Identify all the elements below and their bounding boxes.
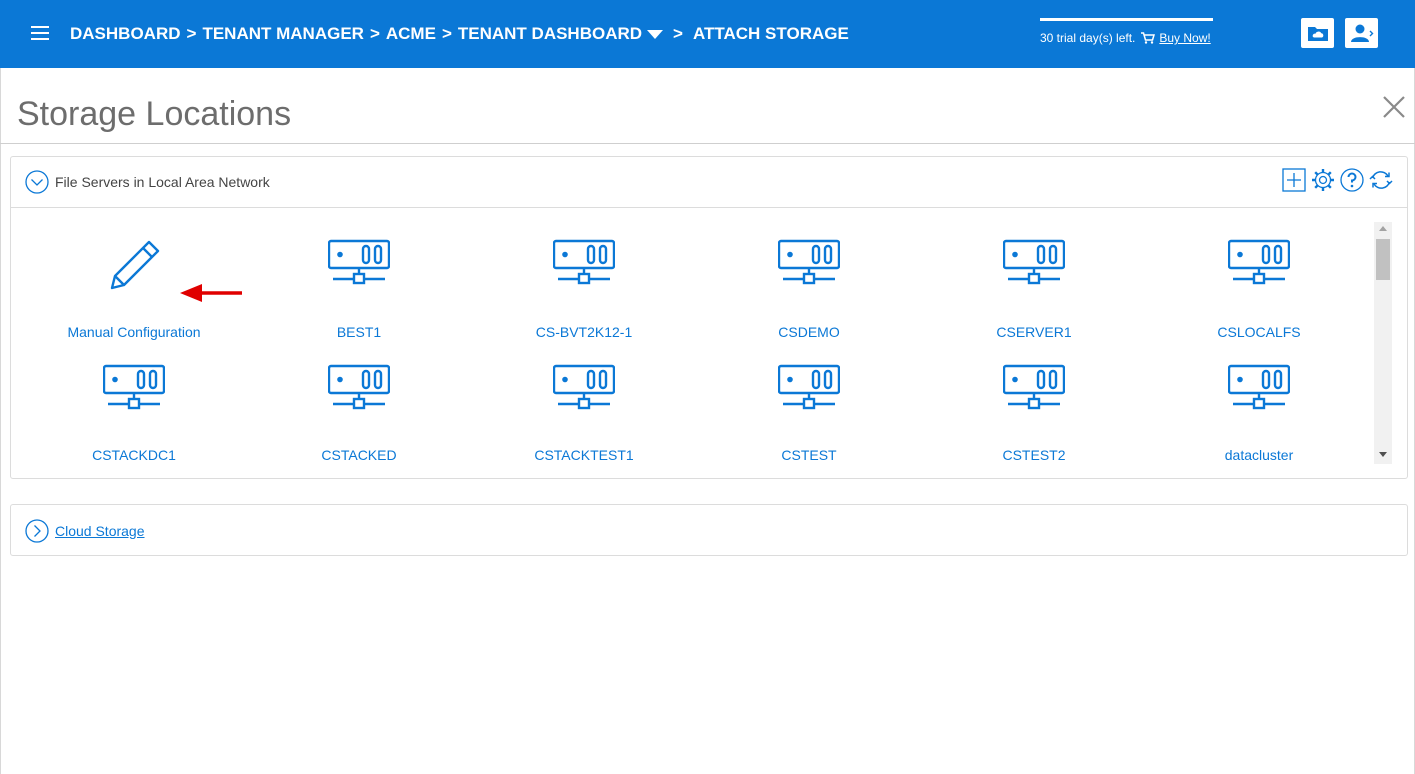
server-icon — [328, 239, 390, 285]
breadcrumb-tenant-manager[interactable]: TENANT MANAGER — [202, 24, 364, 44]
tile-server-cs-bvt2k12-1[interactable]: CS-BVT2K12-1 — [494, 239, 674, 354]
trial-progress-bar — [1040, 18, 1213, 21]
breadcrumb-separator: > — [186, 24, 197, 43]
lan-file-servers-panel: File Servers in Local Area Network Manua… — [10, 156, 1408, 479]
top-bar: DASHBOARD > TENANT MANAGER > ACME > TENA… — [0, 0, 1415, 68]
server-icon — [553, 364, 615, 410]
tile-server-cstacktest1[interactable]: CSTACKTEST1 — [494, 364, 674, 479]
lan-panel-title: File Servers in Local Area Network — [55, 174, 270, 190]
trial-days-text: 30 trial day(s) left. — [1040, 31, 1136, 45]
breadcrumb-separator: > — [673, 24, 683, 43]
server-icon — [328, 364, 390, 410]
chevron-down-icon[interactable] — [647, 29, 664, 39]
panel-toolbar — [1282, 168, 1393, 192]
lan-panel-header: File Servers in Local Area Network — [11, 157, 1407, 208]
server-icon — [1228, 239, 1290, 285]
tile-label: CSTEST2 — [1002, 447, 1066, 463]
tile-label: CSTACKED — [321, 447, 397, 463]
scroll-down-arrow[interactable] — [1379, 452, 1387, 457]
tile-label: Manual Configuration — [67, 324, 201, 340]
breadcrumb-current: ATTACH STORAGE — [692, 24, 849, 43]
tile-label: CSTEST — [781, 447, 837, 463]
breadcrumb-dashboard[interactable]: DASHBOARD — [70, 24, 181, 44]
breadcrumb: DASHBOARD > TENANT MANAGER > ACME > TENA… — [70, 23, 849, 45]
scroll-up-arrow[interactable] — [1379, 226, 1387, 231]
scroll-thumb[interactable] — [1376, 239, 1390, 280]
breadcrumb-tenant-dashboard[interactable]: TENANT DASHBOARD — [458, 24, 642, 44]
red-arrow-annotation — [180, 284, 242, 302]
buy-now-link[interactable]: Buy Now! — [1159, 31, 1210, 45]
tile-server-cstest2[interactable]: CSTEST2 — [944, 364, 1124, 479]
cart-icon — [1141, 32, 1156, 44]
tile-server-best1[interactable]: BEST1 — [269, 239, 449, 354]
tile-label: CSTACKTEST1 — [534, 447, 634, 463]
tile-server-cstackdc1[interactable]: CSTACKDC1 — [44, 364, 224, 479]
server-icon — [778, 239, 840, 285]
tile-label: datacluster — [1224, 447, 1294, 463]
server-icon — [1228, 364, 1290, 410]
tile-label: BEST1 — [336, 324, 382, 340]
tile-server-csdemo[interactable]: CSDEMO — [719, 239, 899, 354]
server-icon — [103, 364, 165, 410]
breadcrumb-separator: > — [369, 24, 380, 43]
tile-label: CSERVER1 — [996, 324, 1072, 340]
tile-server-cserver1[interactable]: CSERVER1 — [944, 239, 1124, 354]
user-menu-button[interactable] — [1345, 18, 1378, 48]
cloud-folder-button[interactable] — [1301, 18, 1334, 48]
help-icon[interactable] — [1340, 168, 1364, 192]
close-icon[interactable] — [1382, 95, 1406, 119]
tile-server-cslocalfs[interactable]: CSLOCALFS — [1169, 239, 1349, 354]
pencil-icon — [110, 240, 160, 290]
page-border-left — [0, 68, 1, 774]
grid-scrollbar[interactable] — [1374, 222, 1392, 464]
server-icon — [1003, 239, 1065, 285]
server-icon — [553, 239, 615, 285]
collapse-chevron-icon[interactable] — [25, 170, 49, 194]
tile-label: CSTACKDC1 — [92, 447, 176, 463]
page-title: Storage Locations — [17, 95, 292, 133]
user-icon — [1350, 24, 1373, 42]
refresh-icon[interactable] — [1369, 168, 1393, 192]
tile-label: CS-BVT2K12-1 — [535, 324, 633, 340]
cloud-storage-panel: Cloud Storage — [10, 504, 1408, 556]
menu-icon[interactable] — [31, 26, 49, 41]
tile-server-datacluster[interactable]: datacluster — [1169, 364, 1349, 479]
file-server-grid: Manual Configuration BEST1 CS-BVT2K12-1 … — [11, 209, 1373, 479]
server-icon — [778, 364, 840, 410]
breadcrumb-separator: > — [441, 24, 452, 43]
tile-server-cstacked[interactable]: CSTACKED — [269, 364, 449, 479]
cloud-folder-icon — [1307, 26, 1328, 41]
gear-icon[interactable] — [1311, 168, 1335, 192]
trial-notice: 30 trial day(s) left. Buy Now! — [1040, 31, 1211, 45]
breadcrumb-acme[interactable]: ACME — [386, 24, 436, 44]
server-icon — [1003, 364, 1065, 410]
cloud-panel-header: Cloud Storage — [11, 505, 1407, 556]
add-icon[interactable] — [1282, 168, 1306, 192]
expand-chevron-icon[interactable] — [25, 518, 49, 543]
tile-server-cstest[interactable]: CSTEST — [719, 364, 899, 479]
title-divider — [0, 143, 1415, 144]
cloud-storage-link[interactable]: Cloud Storage — [55, 523, 145, 539]
tile-label: CSDEMO — [778, 324, 840, 340]
tile-label: CSLOCALFS — [1217, 324, 1301, 340]
